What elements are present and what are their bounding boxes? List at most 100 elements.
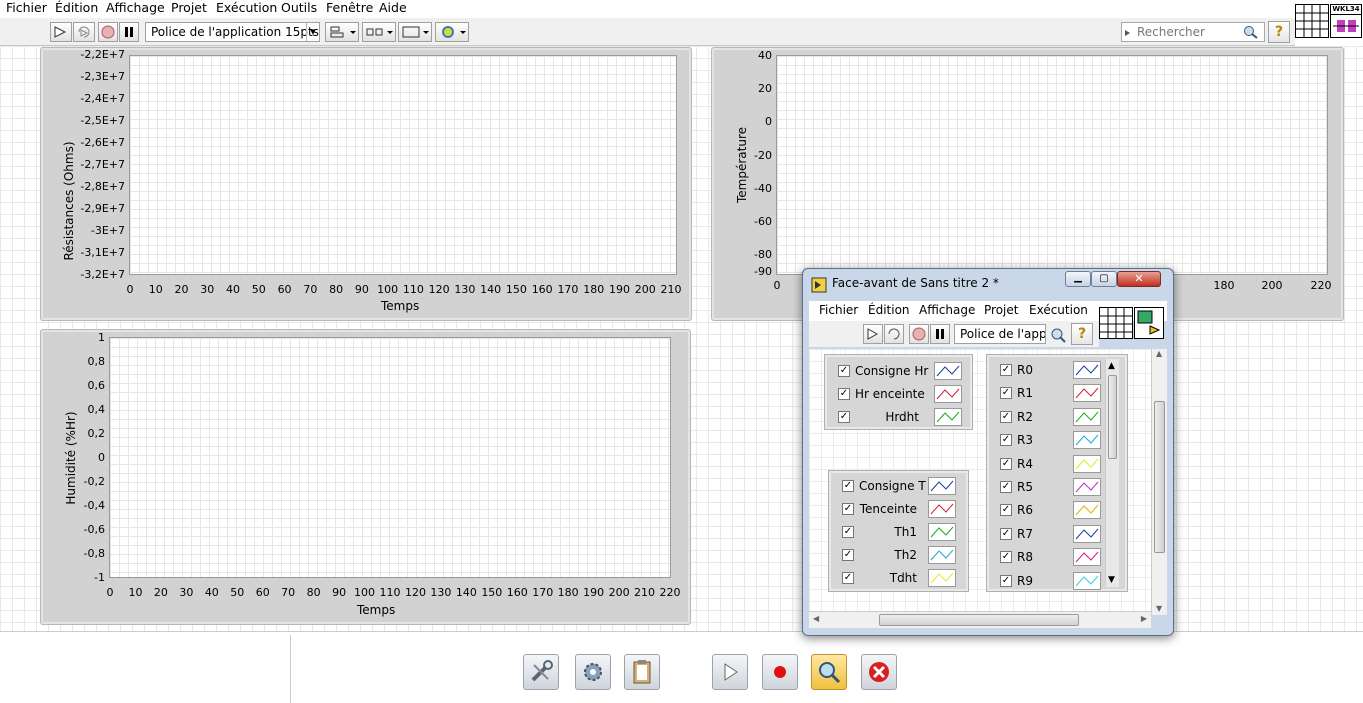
plot-line-swatch[interactable] [928, 523, 956, 541]
plot-visible-checkbox[interactable]: ✓ [1000, 551, 1012, 564]
menu-aide[interactable]: Aide [379, 0, 407, 16]
legend-row-legend_r[interactable]: ✓ R1 [987, 383, 1103, 403]
plot-line-swatch[interactable] [1073, 361, 1101, 379]
window-vscroll-thumb[interactable] [1154, 401, 1165, 553]
reorder-button[interactable] [435, 22, 469, 42]
maximize-button[interactable]: ▢ [1091, 271, 1117, 287]
plot-visible-checkbox[interactable]: ✓ [838, 388, 850, 400]
win-connector-pane-icon[interactable] [1099, 307, 1133, 339]
menu-edition[interactable]: Édition [55, 0, 98, 16]
menu-fenetre[interactable]: Fenêtre [326, 0, 373, 16]
plot-visible-checkbox[interactable]: ✓ [838, 411, 850, 423]
legend-row-legend_r[interactable]: ✓ R7 [987, 524, 1103, 544]
vi-icon[interactable]: WKL34 [1330, 4, 1362, 38]
legend-row-legend_r[interactable]: ✓ R0 [987, 360, 1103, 380]
plot-line-swatch[interactable] [1073, 548, 1101, 567]
plot-line-swatch[interactable] [934, 362, 962, 380]
plot-line-swatch[interactable] [928, 477, 956, 495]
win-menu-fichier[interactable]: Fichier [819, 303, 858, 317]
window-hscroll-thumb[interactable] [879, 614, 1079, 626]
pause-button[interactable] [119, 22, 139, 42]
win-abort-button[interactable] [909, 324, 929, 344]
connector-pane-icon[interactable] [1295, 4, 1329, 38]
resize-objects-button[interactable] [398, 22, 432, 42]
win-help-button[interactable]: ? [1071, 323, 1093, 345]
align-objects-button[interactable] [325, 22, 359, 42]
probe-button[interactable] [811, 654, 847, 690]
win-menu-execution[interactable]: Exécution [1029, 303, 1088, 317]
plot-line-swatch[interactable] [1073, 524, 1101, 543]
plot-visible-checkbox[interactable]: ✓ [1000, 527, 1012, 540]
temperature-plot-area[interactable] [776, 55, 1328, 275]
plot-visible-checkbox[interactable]: ✓ [842, 526, 854, 538]
run-continuously-button[interactable] [73, 22, 95, 42]
humidity-plot-area[interactable] [109, 337, 671, 578]
font-select[interactable]: Police de l'application 15pts ▼ [145, 22, 320, 42]
scroll-down-icon[interactable]: ▼ [1108, 575, 1115, 585]
abort-button[interactable] [98, 22, 118, 42]
plot-line-swatch[interactable] [934, 385, 962, 403]
win-vi-icon[interactable] [1134, 307, 1164, 339]
record-button[interactable] [762, 654, 798, 690]
legend-row-legend_r[interactable]: ✓ R2 [987, 407, 1103, 427]
legend-resistance-scrollbar[interactable]: ▲ ▼ [1105, 359, 1119, 587]
plot-visible-checkbox[interactable]: ✓ [838, 365, 850, 377]
legend-row-legend_hr[interactable]: ✓ Hrdht [825, 407, 964, 427]
plot-line-swatch[interactable] [1073, 384, 1101, 403]
legend-row-legend_r[interactable]: ✓ R8 [987, 547, 1103, 567]
legend-row-legend_r[interactable]: ✓ R9 [987, 571, 1103, 591]
close-button[interactable]: ✕ [1117, 271, 1161, 287]
win-menu-edition[interactable]: Édition [868, 303, 910, 317]
menu-projet[interactable]: Projet [171, 0, 207, 16]
plot-visible-checkbox[interactable]: ✓ [1000, 410, 1012, 423]
menu-outils[interactable]: Outils [281, 0, 317, 16]
plot-line-swatch[interactable] [934, 408, 962, 426]
plot-visible-checkbox[interactable]: ✓ [842, 480, 854, 492]
win-scroll-up-icon[interactable]: ▲ [1156, 349, 1162, 358]
plot-visible-checkbox[interactable]: ✓ [842, 572, 854, 584]
menu-affichage[interactable]: Affichage [106, 0, 165, 16]
legend-row-legend_t[interactable]: ✓ Th2 [829, 545, 958, 565]
run-arrow-button[interactable] [50, 22, 72, 42]
plot-visible-checkbox[interactable]: ✓ [1000, 574, 1012, 587]
plot-visible-checkbox[interactable]: ✓ [1000, 364, 1012, 376]
win-font-select[interactable]: Police de l'app [954, 324, 1046, 344]
search-input[interactable]: Rechercher [1121, 22, 1265, 42]
legend-row-legend_t[interactable]: ✓ Consigne T [829, 476, 958, 496]
stop-button[interactable] [861, 654, 897, 690]
distribute-objects-button[interactable] [362, 22, 396, 42]
minimize-button[interactable]: ▁ [1065, 271, 1091, 287]
legend-row-legend_hr[interactable]: ✓ Consigne Hr [825, 361, 964, 381]
legend-row-legend_r[interactable]: ✓ R6 [987, 500, 1103, 520]
plot-line-swatch[interactable] [1073, 478, 1101, 496]
plot-visible-checkbox[interactable]: ✓ [1000, 481, 1012, 493]
legend-row-legend_t[interactable]: ✓ Tdht [829, 568, 958, 588]
win-run-button[interactable] [863, 324, 883, 344]
win-menu-affichage[interactable]: Affichage [919, 303, 975, 317]
win-scroll-right-icon[interactable]: ▶ [1141, 614, 1147, 623]
run-button[interactable] [712, 654, 748, 690]
plot-line-swatch[interactable] [928, 546, 956, 564]
win-scroll-left-icon[interactable]: ◀ [813, 614, 819, 623]
plot-line-swatch[interactable] [1073, 454, 1101, 473]
help-button[interactable]: ? [1268, 21, 1290, 43]
legend-scroll-thumb[interactable] [1108, 375, 1117, 459]
legend-row-legend_r[interactable]: ✓ R4 [987, 454, 1103, 474]
window-vscrollbar[interactable]: ▲ ▼ [1151, 349, 1167, 615]
menu-execution[interactable]: Exécution [216, 0, 277, 16]
scroll-up-icon[interactable]: ▲ [1108, 361, 1115, 371]
plot-line-swatch[interactable] [1073, 501, 1101, 520]
win-search-icon[interactable] [1045, 326, 1069, 344]
resistance-plot-area[interactable] [129, 55, 677, 275]
menu-fichier[interactable]: Fichier [6, 0, 47, 16]
win-pause-button[interactable] [930, 324, 950, 344]
legend-row-legend_r[interactable]: ✓ R5 [987, 477, 1103, 497]
plot-visible-checkbox[interactable]: ✓ [842, 503, 854, 515]
window-hscrollbar[interactable]: ◀ ▶ [809, 611, 1151, 628]
plot-line-swatch[interactable] [1073, 407, 1101, 426]
plot-line-swatch[interactable] [1073, 431, 1101, 450]
plot-visible-checkbox[interactable]: ✓ [1000, 434, 1012, 447]
clipboard-button[interactable] [624, 654, 660, 690]
legend-row-legend_r[interactable]: ✓ R3 [987, 430, 1103, 450]
plot-visible-checkbox[interactable]: ✓ [1000, 387, 1012, 400]
